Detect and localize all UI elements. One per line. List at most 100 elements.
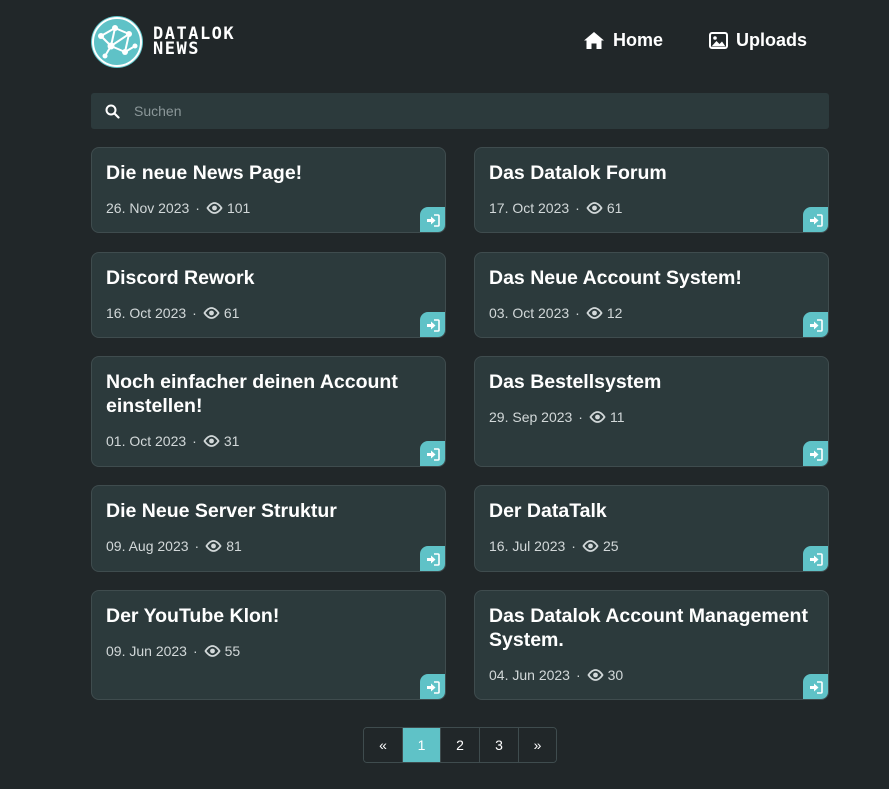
post-meta: 09. Jun 2023 · 55 [106,643,240,659]
open-post-button[interactable] [803,546,828,571]
meta-separator: · [192,643,198,659]
post-meta: 04. Jun 2023 · 30 [489,667,623,683]
header: DATALOK NEWS Home Uploads [91,16,829,70]
meta-separator: · [195,200,200,216]
logo-text: DATALOK NEWS [153,26,235,59]
post-views: 61 [223,305,240,321]
logo[interactable]: DATALOK NEWS [91,16,235,68]
nav-home[interactable]: Home [583,30,663,51]
meta-separator: · [571,538,576,554]
sign-in-icon [810,680,823,694]
open-post-button[interactable] [420,441,445,466]
post-meta: 29. Sep 2023 · 11 [489,409,625,425]
open-post-button[interactable] [803,674,828,699]
open-post-button[interactable] [420,207,445,232]
open-post-button[interactable] [420,674,445,699]
post-views: 81 [226,538,242,554]
pagination-prev-button[interactable]: « [364,728,402,762]
search-bar [91,93,829,129]
eye-icon [587,669,604,681]
sign-in-icon [427,447,440,461]
post-card[interactable]: Noch einfacher deinen Account einstellen… [91,356,446,467]
open-post-button[interactable] [420,546,445,571]
post-card[interactable]: Der DataTalk 16. Jul 2023 · 25 [474,485,829,572]
eye-icon [203,435,220,447]
post-views: 61 [606,200,623,216]
image-icon [708,32,728,49]
sign-in-icon [427,213,440,227]
post-date: 04. Jun 2023 [489,667,570,683]
post-date: 16. Oct 2023 [106,305,187,321]
meta-separator: · [192,433,197,449]
pagination-next-button[interactable]: » [518,728,556,762]
post-card[interactable]: Das Datalok Account Management System. 0… [474,590,829,700]
logo-line-2: NEWS [153,39,200,59]
post-views: 101 [226,200,251,216]
meta-separator: · [192,305,197,321]
meta-separator: · [578,409,583,425]
post-date: 17. Oct 2023 [489,200,570,216]
post-views: 11 [609,409,625,425]
nav-uploads[interactable]: Uploads [708,30,807,51]
post-meta: 17. Oct 2023 · 61 [489,200,622,216]
meta-separator: · [575,667,581,683]
home-icon [583,32,604,49]
open-post-button[interactable] [803,441,828,466]
post-title: Das Neue Account System! [489,267,742,289]
post-title: Das Bestellsystem [489,371,662,393]
pagination-page-2[interactable]: 2 [440,728,479,762]
pagination-page-1[interactable]: 1 [402,728,440,762]
post-meta: 26. Nov 2023 · 101 [106,200,250,216]
open-post-button[interactable] [803,312,828,337]
post-title: Das Datalok Forum [489,162,667,184]
post-views: 55 [224,643,241,659]
post-card[interactable]: Die neue News Page! 26. Nov 2023 · 101 [91,147,446,233]
sign-in-icon [427,318,440,332]
sign-in-icon [810,552,823,566]
post-card[interactable]: Discord Rework 16. Oct 2023 · 61 [91,252,446,338]
post-title: Der YouTube Klon! [106,605,280,627]
post-card[interactable]: Das Neue Account System! 03. Oct 2023 · … [474,252,829,338]
post-meta: 01. Oct 2023 · 31 [106,433,239,449]
sign-in-icon [427,552,440,566]
eye-icon [206,202,223,214]
eye-icon [586,202,603,214]
eye-icon [205,540,222,552]
sign-in-icon [427,680,440,694]
main-nav: Home Uploads [583,30,807,51]
post-card[interactable]: Das Bestellsystem 29. Sep 2023 · 11 [474,356,829,467]
post-meta: 03. Oct 2023 · 12 [489,305,622,321]
eye-icon [204,645,221,657]
open-post-button[interactable] [803,207,828,232]
open-post-button[interactable] [420,312,445,337]
nav-uploads-label: Uploads [735,30,807,50]
sign-in-icon [810,318,823,332]
post-card[interactable]: Der YouTube Klon! 09. Jun 2023 · 55 [91,590,446,700]
post-date: 16. Jul 2023 [489,538,566,554]
search-icon [105,104,120,119]
post-title: Die neue News Page! [106,162,303,184]
eye-icon [586,307,603,319]
post-meta: 16. Oct 2023 · 61 [106,305,239,321]
post-title: Die Neue Server Struktur [106,500,337,522]
post-views: 30 [607,667,624,683]
meta-separator: · [194,538,200,554]
eye-icon [589,411,606,423]
search-input[interactable] [132,102,829,120]
post-title: Discord Rework [106,267,255,289]
sign-in-icon [810,213,823,227]
post-date: 01. Oct 2023 [106,433,187,449]
post-views: 31 [223,433,240,449]
sign-in-icon [810,447,823,461]
post-card[interactable]: Die Neue Server Struktur 09. Aug 2023 · … [91,485,446,572]
post-date: 26. Nov 2023 [106,200,190,216]
eye-icon [203,307,220,319]
meta-separator: · [575,305,580,321]
post-views: 12 [606,305,623,321]
post-date: 29. Sep 2023 [489,409,573,425]
post-card[interactable]: Das Datalok Forum 17. Oct 2023 · 61 [474,147,829,233]
pagination-page-3[interactable]: 3 [479,728,518,762]
post-meta: 16. Jul 2023 · 25 [489,538,619,554]
meta-separator: · [575,200,580,216]
post-views: 25 [602,538,619,554]
